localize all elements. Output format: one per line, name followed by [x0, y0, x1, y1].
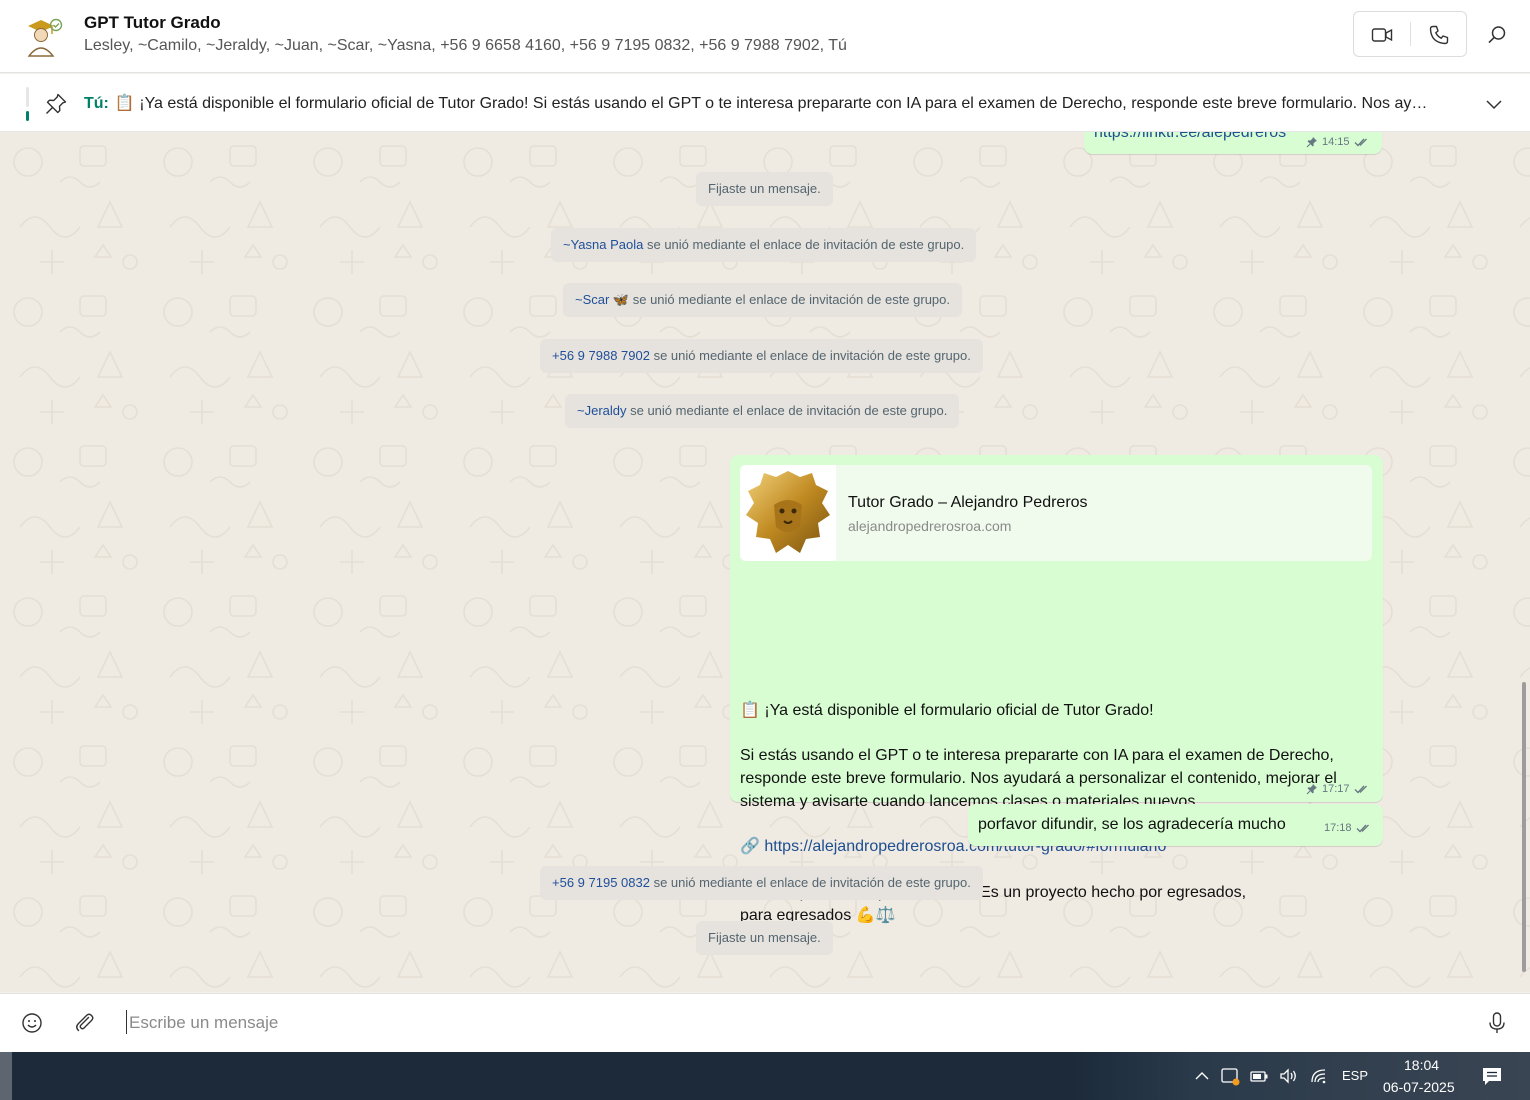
- double-check-icon: [1354, 138, 1367, 147]
- chat-header: GPT Tutor Grado Lesley, ~Camilo, ~Jerald…: [0, 0, 1530, 73]
- message-meta: 17:17: [1306, 783, 1370, 795]
- message-time: 14:15: [1322, 136, 1350, 148]
- security-app-icon[interactable]: [1220, 1066, 1240, 1086]
- message-meta: 14:15: [1306, 136, 1370, 148]
- chevron-up-icon[interactable]: [1192, 1066, 1212, 1086]
- message-line: 📋 ¡Ya está disponible el formulario ofic…: [740, 702, 1154, 719]
- message-meta: 17:18: [1324, 822, 1372, 834]
- clock-date[interactable]: 06-07-2025: [1383, 1079, 1455, 1095]
- chat-area[interactable]: https://linktr.ee/alepedreros 14:15 Fija…: [0, 132, 1530, 992]
- message-line: porfavor difundir, se los agradecería mu…: [978, 816, 1286, 833]
- message-input[interactable]: [127, 1007, 1451, 1039]
- chat-title[interactable]: GPT Tutor Grado: [84, 13, 221, 33]
- system-who[interactable]: ~Scar 🦋: [575, 292, 629, 307]
- system-message: Fijaste un mensaje.: [696, 921, 833, 955]
- double-check-icon: [1356, 824, 1369, 833]
- system-who[interactable]: ~Jeraldy: [577, 403, 627, 418]
- system-text: Fijaste un mensaje.: [708, 930, 821, 945]
- system-who[interactable]: +56 9 7195 0832: [552, 875, 650, 890]
- system-text: se unió mediante el enlace de invitación…: [649, 348, 971, 363]
- pinned-small-icon: [1306, 784, 1317, 795]
- pinned-small-icon: [1306, 137, 1317, 148]
- system-message: +56 9 7195 0832 se unió mediante el enla…: [540, 866, 983, 900]
- system-message: Fijaste un mensaje.: [696, 172, 833, 206]
- pinned-indicator: [26, 87, 29, 121]
- system-text: se unió mediante el enlace de invitación…: [626, 403, 948, 418]
- notifications-icon[interactable]: [1481, 1065, 1503, 1087]
- system-message: ~Scar 🦋 se unió mediante el enlace de in…: [563, 283, 963, 317]
- microphone-icon[interactable]: [1486, 1011, 1508, 1035]
- system-text: se unió mediante el enlace de invitación…: [629, 292, 951, 307]
- linktree-link[interactable]: https://linktr.ee/alepedreros: [1094, 132, 1286, 141]
- message-composer: [0, 993, 1530, 1052]
- wifi-icon[interactable]: [1309, 1066, 1329, 1086]
- pinned-preview: 📋 ¡Ya está disponible el formulario ofic…: [114, 95, 1428, 112]
- system-text: se unió mediante el enlace de invitación…: [643, 237, 965, 252]
- call-buttons: [1353, 11, 1467, 57]
- system-message: ~Yasna Paola se unió mediante el enlace …: [551, 228, 977, 262]
- system-who[interactable]: +56 9 7988 7902: [552, 348, 650, 363]
- message-bubble-link[interactable]: https://linktr.ee/alepedreros 14:15: [1084, 132, 1382, 154]
- system-who[interactable]: ~Yasna Paola: [563, 237, 643, 252]
- message-line: Si estás usando el GPT o te interesa pre…: [740, 747, 1334, 764]
- system-text: se unió mediante el enlace de invitación…: [649, 875, 971, 890]
- message-bubble-followup[interactable]: porfavor difundir, se los agradecería mu…: [968, 804, 1383, 846]
- chevron-down-icon[interactable]: [1484, 94, 1504, 114]
- voice-call-icon[interactable]: [1428, 24, 1450, 46]
- language-indicator[interactable]: ESP: [1342, 1068, 1368, 1083]
- battery-icon[interactable]: [1249, 1066, 1269, 1086]
- attach-clip-icon[interactable]: [73, 1011, 95, 1033]
- lion-logo-image: [740, 465, 836, 561]
- pinned-message-bar[interactable]: Tú: 📋 ¡Ya está disponible el formulario o…: [0, 74, 1530, 132]
- chat-scrollbar[interactable]: [1522, 682, 1526, 972]
- system-text: Fijaste un mensaje.: [708, 181, 821, 196]
- link-preview-domain: alejandropedrerosroa.com: [848, 518, 1012, 534]
- system-message: ~Jeraldy se unió mediante el enlace de i…: [565, 394, 960, 428]
- pinned-message-text[interactable]: Tú: 📋 ¡Ya está disponible el formulario o…: [84, 93, 1474, 113]
- message-time: 17:17: [1322, 783, 1350, 795]
- pinned-sender: Tú:: [84, 95, 109, 112]
- group-members[interactable]: Lesley, ~Camilo, ~Jeraldy, ~Juan, ~Scar,…: [84, 37, 847, 55]
- pin-icon[interactable]: [44, 92, 68, 116]
- volume-icon[interactable]: [1278, 1066, 1298, 1086]
- double-check-icon: [1354, 785, 1367, 794]
- system-message: +56 9 7988 7902 se unió mediante el enla…: [540, 339, 983, 373]
- clock-time[interactable]: 18:04: [1404, 1057, 1439, 1073]
- group-avatar[interactable]: [22, 16, 64, 58]
- message-time: 17:18: [1324, 822, 1352, 834]
- video-call-icon[interactable]: [1371, 24, 1393, 46]
- windows-taskbar: ESP 18:04 06-07-2025: [0, 1052, 1530, 1100]
- message-line: responde este breve formulario. Nos ayud…: [740, 770, 1337, 787]
- link-preview-card[interactable]: Tutor Grado – Alejandro Pedreros alejand…: [740, 465, 1372, 561]
- link-emoji: 🔗: [740, 838, 760, 855]
- link-preview-title[interactable]: Tutor Grado – Alejandro Pedreros: [848, 494, 1088, 512]
- start-edge: [0, 1052, 12, 1100]
- search-icon[interactable]: [1486, 24, 1508, 46]
- message-bubble-main[interactable]: Tutor Grado – Alejandro Pedreros alejand…: [730, 455, 1383, 924]
- emoji-icon[interactable]: [21, 1012, 43, 1034]
